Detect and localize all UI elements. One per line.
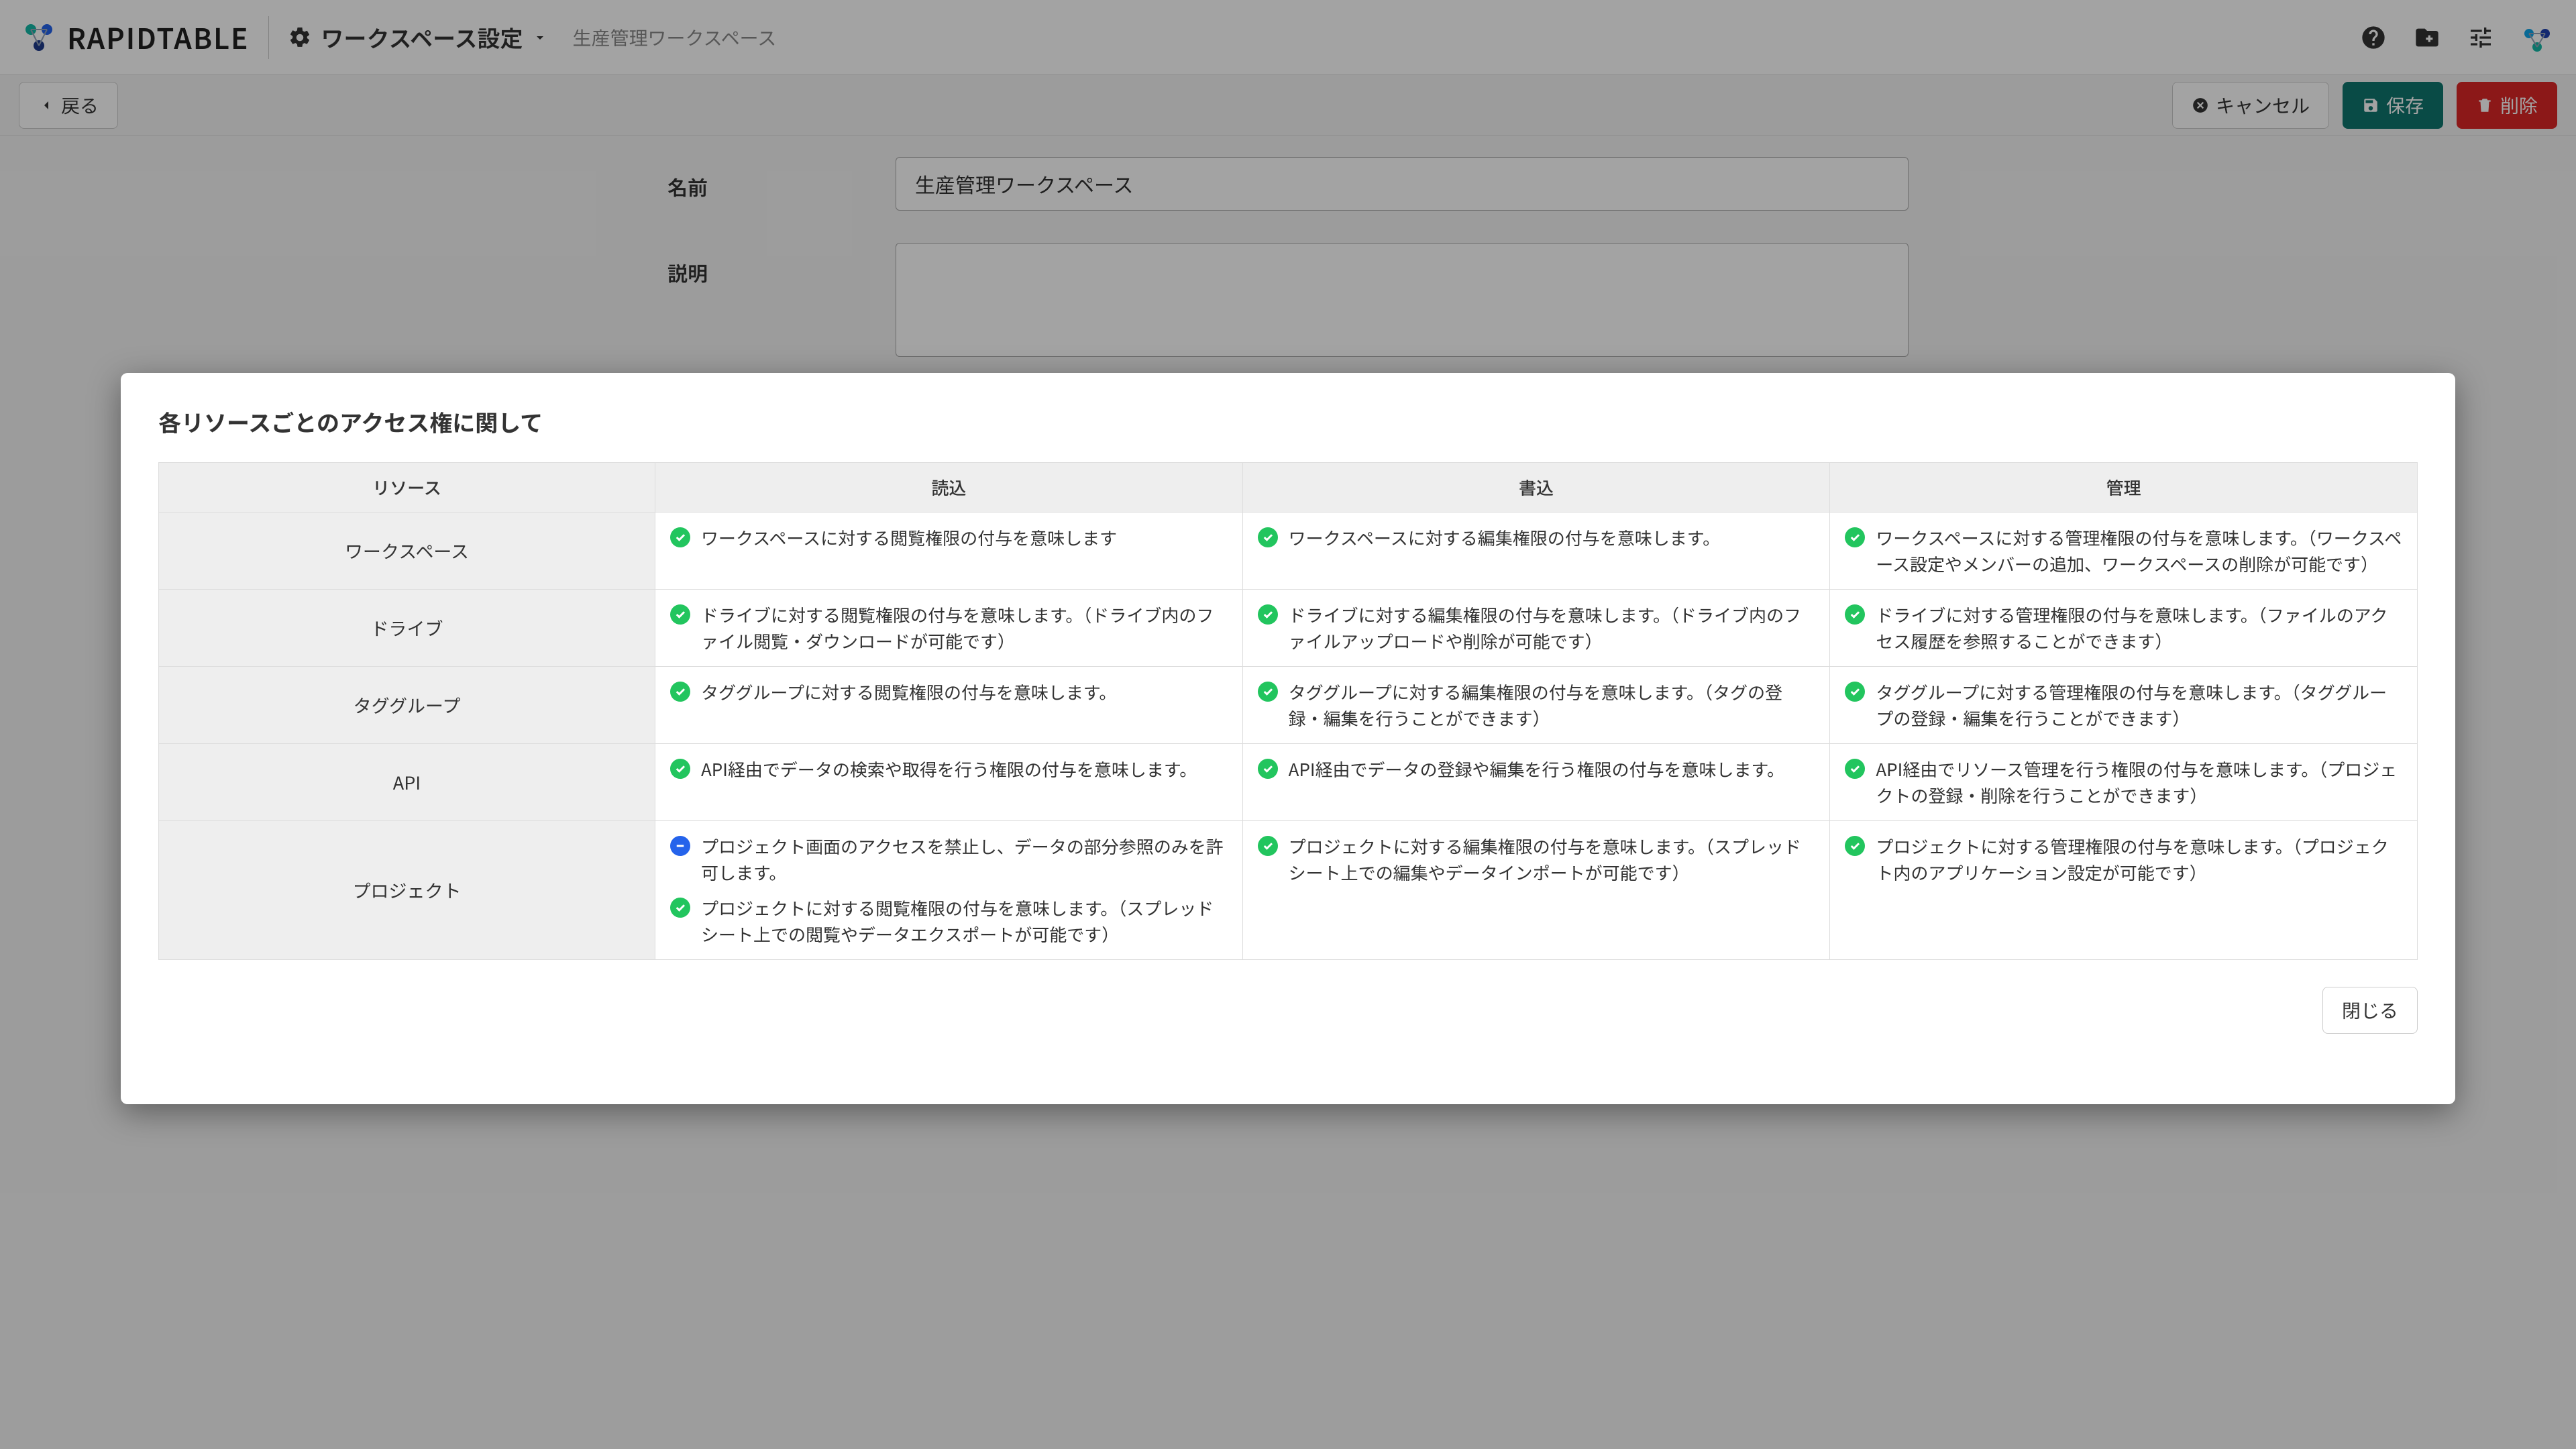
admin-cell: ワークスペースに対する管理権限の付与を意味します。（ワークスペース設定やメンバー… <box>1830 513 2418 590</box>
check-icon <box>1845 682 1865 702</box>
permission-item: ドライブに対する編集権限の付与を意味します。（ドライブ内のファイルアップロードや… <box>1258 602 1815 654</box>
permission-item: ドライブに対する閲覧権限の付与を意味します。（ドライブ内のファイル閲覧・ダウンロ… <box>670 602 1228 654</box>
permission-item: プロジェクトに対する閲覧権限の付与を意味します。（スプレッドシート上での閲覧やデ… <box>670 895 1228 947</box>
read-cell: タググループに対する閲覧権限の付与を意味します。 <box>655 667 1243 744</box>
permission-item: プロジェクト画面のアクセスを禁止し、データの部分参照のみを許可します。 <box>670 833 1228 885</box>
write-cell: タググループに対する編集権限の付与を意味します。（タグの登録・編集を行うことがで… <box>1242 667 1830 744</box>
read-cell: ワークスペースに対する閲覧権限の付与を意味します <box>655 513 1243 590</box>
check-icon <box>1845 836 1865 856</box>
permission-item: ワークスペースに対する閲覧権限の付与を意味します <box>670 525 1228 551</box>
permissions-table: リソース 読込 書込 管理 ワークスペースワークスペースに対する閲覧権限の付与を… <box>158 462 2418 960</box>
resource-cell: ドライブ <box>159 590 655 667</box>
close-button[interactable]: 閉じる <box>2322 987 2418 1034</box>
modal-overlay[interactable]: 各リソースごとのアクセス権に関して リソース 読込 書込 管理 ワークスペースワ… <box>0 0 2576 1449</box>
admin-cell: タググループに対する管理権限の付与を意味します。（タググループの登録・編集を行う… <box>1830 667 2418 744</box>
check-icon <box>1845 527 1865 547</box>
permission-item: ワークスペースに対する管理権限の付与を意味します。（ワークスペース設定やメンバー… <box>1845 525 2402 577</box>
check-icon <box>1258 604 1278 625</box>
read-cell: API経由でデータの検索や取得を行う権限の付与を意味します。 <box>655 744 1243 821</box>
permission-item: プロジェクトに対する管理権限の付与を意味します。（プロジェクト内のアプリケーショ… <box>1845 833 2402 885</box>
resource-cell: ワークスペース <box>159 513 655 590</box>
col-write: 書込 <box>1242 463 1830 513</box>
check-icon <box>670 759 690 779</box>
write-cell: ワークスペースに対する編集権限の付与を意味します。 <box>1242 513 1830 590</box>
permission-item: タググループに対する閲覧権限の付与を意味します。 <box>670 679 1228 705</box>
write-cell: プロジェクトに対する編集権限の付与を意味します。（スプレッドシート上での編集やデ… <box>1242 821 1830 960</box>
permission-item: API経由でリソース管理を行う権限の付与を意味します。（プロジェクトの登録・削除… <box>1845 756 2402 808</box>
table-row: プロジェクトプロジェクト画面のアクセスを禁止し、データの部分参照のみを許可します… <box>159 821 2418 960</box>
resource-cell: プロジェクト <box>159 821 655 960</box>
check-icon <box>1258 527 1278 547</box>
permission-item: API経由でデータの登録や編集を行う権限の付与を意味します。 <box>1258 756 1815 782</box>
permission-item: ドライブに対する管理権限の付与を意味します。（ファイルのアクセス履歴を参照するこ… <box>1845 602 2402 654</box>
minus-icon <box>670 836 690 856</box>
check-icon <box>670 527 690 547</box>
table-row: タググループタググループに対する閲覧権限の付与を意味します。 タググループに対する… <box>159 667 2418 744</box>
table-row: API API経由でデータの検索や取得を行う権限の付与を意味します。 API経由でデ… <box>159 744 2418 821</box>
check-icon <box>670 604 690 625</box>
check-icon <box>670 682 690 702</box>
read-cell: ドライブに対する閲覧権限の付与を意味します。（ドライブ内のファイル閲覧・ダウンロ… <box>655 590 1243 667</box>
admin-cell: ドライブに対する管理権限の付与を意味します。（ファイルのアクセス履歴を参照するこ… <box>1830 590 2418 667</box>
read-cell: プロジェクト画面のアクセスを禁止し、データの部分参照のみを許可します。プロジェク… <box>655 821 1243 960</box>
col-admin: 管理 <box>1830 463 2418 513</box>
permission-item: ワークスペースに対する編集権限の付与を意味します。 <box>1258 525 1815 551</box>
table-row: ワークスペースワークスペースに対する閲覧権限の付与を意味します ワークスペースに対… <box>159 513 2418 590</box>
permissions-modal: 各リソースごとのアクセス権に関して リソース 読込 書込 管理 ワークスペースワ… <box>121 373 2455 1104</box>
table-row: ドライブドライブに対する閲覧権限の付与を意味します。（ドライブ内のファイル閲覧・… <box>159 590 2418 667</box>
col-read: 読込 <box>655 463 1243 513</box>
check-icon <box>1258 836 1278 856</box>
write-cell: API経由でデータの登録や編集を行う権限の付与を意味します。 <box>1242 744 1830 821</box>
resource-cell: API <box>159 744 655 821</box>
modal-title: 各リソースごとのアクセス権に関して <box>158 405 2418 438</box>
permission-item: タググループに対する編集権限の付与を意味します。（タグの登録・編集を行うことがで… <box>1258 679 1815 731</box>
check-icon <box>1258 682 1278 702</box>
check-icon <box>670 898 690 918</box>
write-cell: ドライブに対する編集権限の付与を意味します。（ドライブ内のファイルアップロードや… <box>1242 590 1830 667</box>
check-icon <box>1845 759 1865 779</box>
check-icon <box>1258 759 1278 779</box>
resource-cell: タググループ <box>159 667 655 744</box>
check-icon <box>1845 604 1865 625</box>
permission-item: API経由でデータの検索や取得を行う権限の付与を意味します。 <box>670 756 1228 782</box>
admin-cell: プロジェクトに対する管理権限の付与を意味します。（プロジェクト内のアプリケーショ… <box>1830 821 2418 960</box>
col-resource: リソース <box>159 463 655 513</box>
permission-item: プロジェクトに対する編集権限の付与を意味します。（スプレッドシート上での編集やデ… <box>1258 833 1815 885</box>
admin-cell: API経由でリソース管理を行う権限の付与を意味します。（プロジェクトの登録・削除… <box>1830 744 2418 821</box>
permission-item: タググループに対する管理権限の付与を意味します。（タググループの登録・編集を行う… <box>1845 679 2402 731</box>
